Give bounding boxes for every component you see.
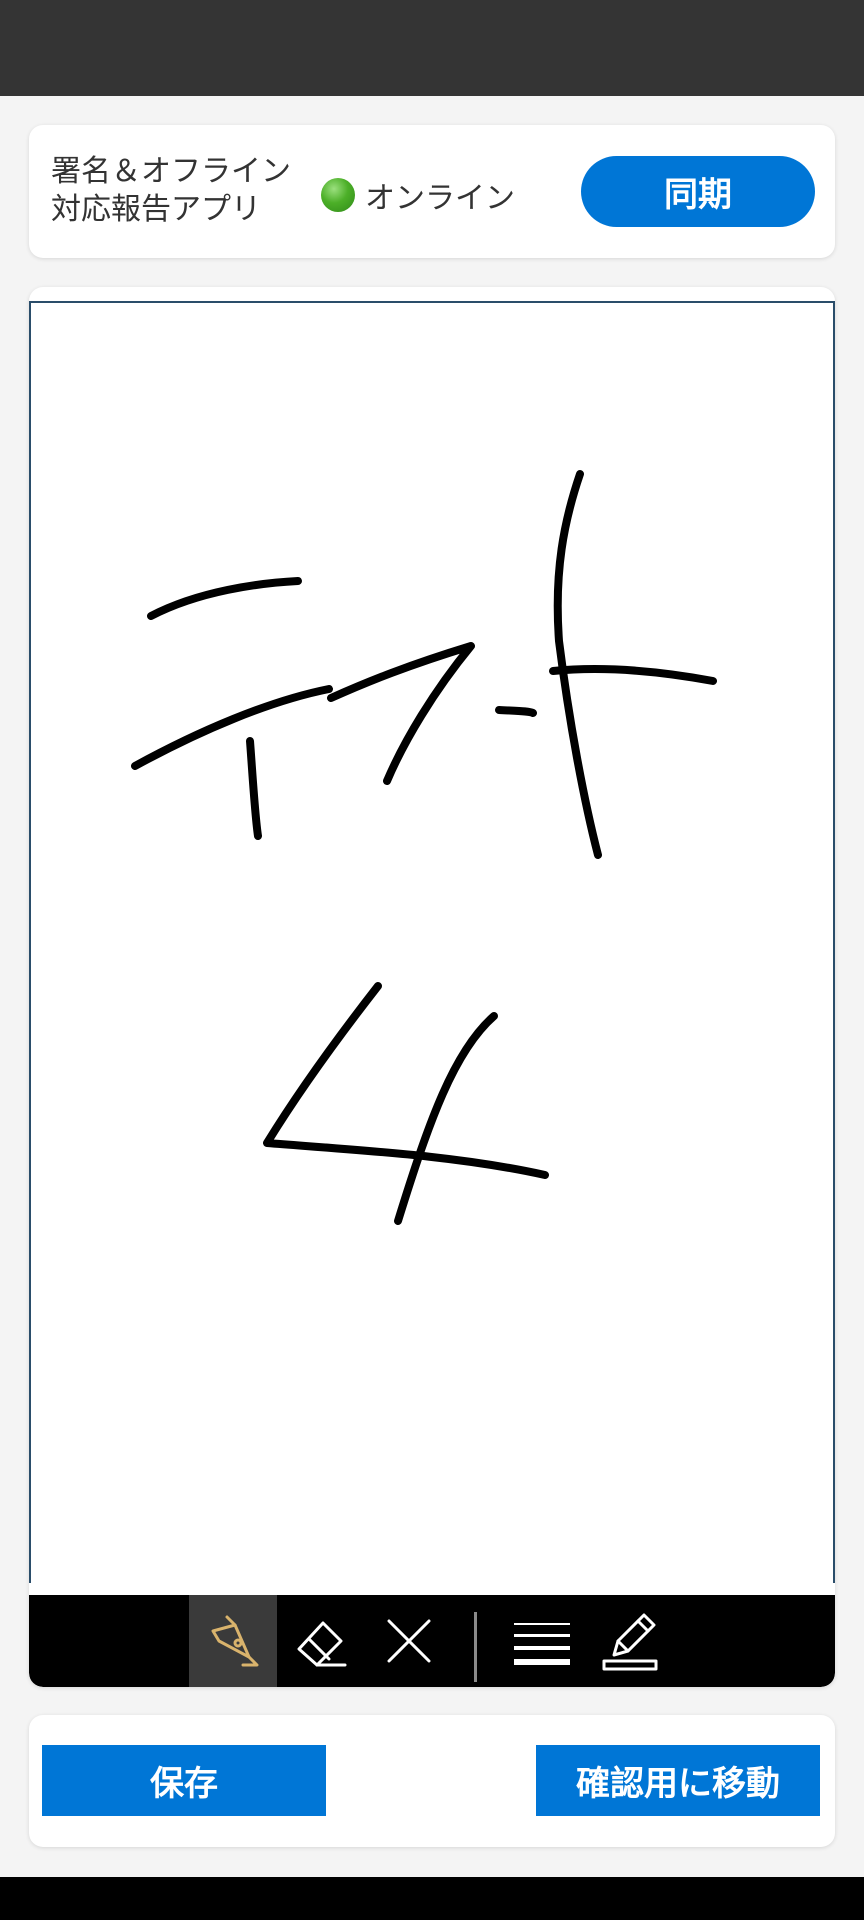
edit-tool[interactable]: [586, 1595, 674, 1687]
connection-status: オンライン: [321, 173, 515, 217]
signature-strokes: [131, 470, 717, 1225]
signature-stroke: [327, 642, 475, 785]
connection-status-label: オンライン: [365, 181, 515, 216]
line-width-icon: [514, 1623, 570, 1665]
action-footer: 保存 確認用に移動: [29, 1715, 835, 1847]
pen-icon: [211, 1615, 259, 1667]
signature-stroke: [131, 685, 333, 770]
app-title-line2: 対応報告アプリ: [51, 192, 261, 227]
signature-stroke: [263, 982, 549, 1179]
line-width-tool[interactable]: [498, 1595, 586, 1687]
toolbar-divider: [474, 1612, 477, 1682]
system-navigation-bar: [0, 1877, 864, 1920]
drawing-toolbar: [29, 1595, 835, 1687]
signature-canvas[interactable]: [29, 301, 835, 1583]
eraser-icon: [297, 1621, 347, 1667]
app-title-line1: 署名＆オフライン: [51, 154, 291, 189]
signature-stroke: [553, 470, 602, 859]
signature-panel: [29, 287, 835, 1687]
signature-stroke: [495, 706, 537, 717]
clear-icon: [387, 1619, 431, 1663]
system-status-bar: [0, 0, 864, 96]
app-header: 署名＆オフライン 対応報告アプリ オンライン 同期: [29, 125, 835, 258]
eraser-tool[interactable]: [277, 1595, 365, 1687]
signature-stroke: [246, 737, 262, 840]
signature-stroke: [394, 1012, 498, 1225]
clear-tool[interactable]: [365, 1595, 453, 1687]
app-title: 署名＆オフライン 対応報告アプリ: [51, 153, 311, 229]
status-dot-icon: [321, 178, 355, 212]
move-to-confirm-button[interactable]: 確認用に移動: [536, 1745, 820, 1816]
pen-tool[interactable]: [189, 1595, 277, 1687]
signature-stroke: [147, 577, 302, 620]
signature-stroke: [549, 665, 717, 685]
sync-button[interactable]: 同期: [581, 156, 815, 227]
save-button[interactable]: 保存: [42, 1745, 326, 1816]
edit-icon: [602, 1613, 658, 1671]
